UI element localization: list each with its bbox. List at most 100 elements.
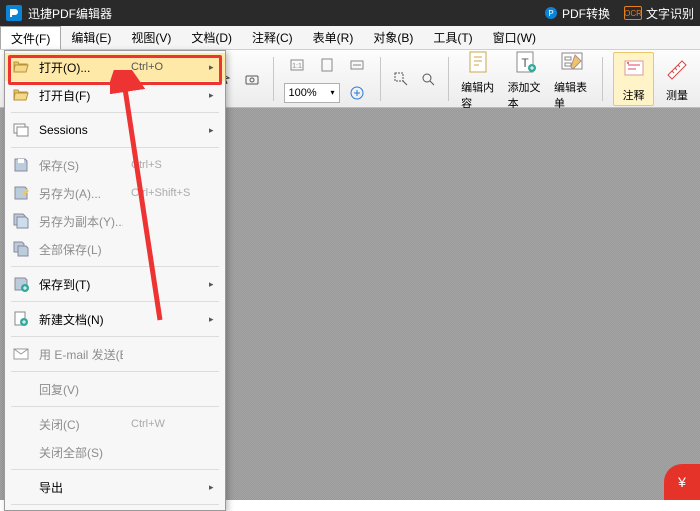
file-menu-save_to[interactable]: 保存到(T) ▸: [5, 270, 225, 298]
file-menu-dropdown: 打开(O)... Ctrl+O ▸ 打开自(F) ▸ Sessions ▸ 保存(S)Ctrl…: [4, 50, 226, 511]
edit-form-icon: [559, 49, 585, 75]
measure-tool[interactable]: 测量: [660, 53, 694, 105]
file-menu-close_all: 关闭全部(S): [5, 438, 225, 466]
pdf-convert-button[interactable]: P PDF转换: [544, 5, 610, 22]
chevron-down-icon: ▾: [331, 88, 335, 97]
loupe-button[interactable]: [417, 66, 438, 92]
menu-item-label: 另存为(A)...: [39, 185, 123, 202]
menu-item-shortcut: Ctrl+Shift+S: [131, 187, 201, 199]
save-copy-icon: [11, 211, 31, 231]
menu-item-label: 另存为副本(Y)...: [39, 213, 123, 230]
blank-icon: [11, 477, 31, 497]
ocr-button[interactable]: OCR 文字识别: [624, 5, 694, 22]
menu-item-label: 用 E-mail 发送(E)...: [39, 346, 123, 363]
menu-document[interactable]: 文档(D): [181, 26, 242, 49]
add-text-icon: T: [513, 49, 539, 75]
add-text-tool[interactable]: T添加文本: [506, 45, 546, 113]
file-menu-save_all: 全部保存(L): [5, 235, 225, 263]
loupe-icon: [420, 71, 436, 87]
zoom-in-button[interactable]: [344, 80, 370, 106]
menu-separator: [11, 504, 219, 505]
camera-icon: [244, 71, 260, 87]
menu-item-label: 关闭(C): [39, 416, 123, 433]
menu-item-label: Sessions: [39, 123, 123, 137]
save-as-icon: [11, 183, 31, 203]
menu-separator: [11, 336, 219, 337]
file-menu-sessions[interactable]: Sessions ▸: [5, 116, 225, 144]
submenu-arrow-icon: ▸: [209, 279, 217, 290]
folder-open-icon: [11, 57, 31, 77]
menu-view[interactable]: 视图(V): [121, 26, 181, 49]
file-menu-save: 保存(S)Ctrl+S: [5, 151, 225, 179]
menu-item-shortcut: Ctrl+O: [131, 61, 201, 73]
fit-actual-button[interactable]: 1:1: [284, 52, 310, 78]
app-logo: [6, 5, 22, 21]
menu-bar: 文件(F)编辑(E)视图(V)文档(D)注释(C)表单(R)对象(B)工具(T)…: [0, 26, 700, 50]
file-menu-open_from[interactable]: 打开自(F) ▸: [5, 81, 225, 109]
menu-item-label: 导出: [39, 479, 123, 496]
promo-badge[interactable]: ¥: [664, 464, 700, 500]
app-title: 迅捷PDF编辑器: [28, 5, 112, 22]
menu-item-label: 打开(O)...: [39, 59, 123, 76]
menu-file[interactable]: 文件(F): [0, 26, 61, 49]
menu-item-label: 回复(V): [39, 381, 123, 398]
new-doc-icon: [11, 309, 31, 329]
file-menu-save_copy: 另存为副本(Y)...: [5, 207, 225, 235]
svg-text:1:1: 1:1: [292, 63, 302, 70]
menu-item-label: 新建文档(N): [39, 311, 123, 328]
fit-page-icon: [319, 57, 335, 73]
menu-item-label: 打开自(F): [39, 87, 123, 104]
menu-separator: [11, 406, 219, 407]
blank-icon: [11, 379, 31, 399]
save-to-icon: [11, 274, 31, 294]
file-menu-new_doc[interactable]: 新建文档(N) ▸: [5, 305, 225, 333]
ruler-icon: [664, 57, 690, 83]
blank-icon: [11, 414, 31, 434]
edit-content-icon: [466, 49, 492, 75]
pdf-logo-icon: [9, 8, 19, 18]
ocr-icon: OCR: [624, 6, 642, 20]
pdf-convert-icon: P: [544, 6, 558, 20]
edit-content-tool[interactable]: 编辑内容: [459, 45, 499, 113]
title-bar: 迅捷PDF编辑器 P PDF转换 OCR 文字识别: [0, 0, 700, 26]
menu-item-label: 保存到(T): [39, 276, 123, 293]
fit-page-button[interactable]: [314, 52, 340, 78]
fit-width-button[interactable]: [344, 52, 370, 78]
fit-width-icon: [349, 57, 365, 73]
menu-item-label: 全部保存(L): [39, 241, 123, 258]
annotate-tool[interactable]: 注释: [613, 52, 654, 106]
email-icon: [11, 344, 31, 364]
save-icon: [11, 155, 31, 175]
submenu-arrow-icon: ▸: [209, 314, 217, 325]
edit-form-tool[interactable]: 编辑表单: [552, 45, 592, 113]
menu-object[interactable]: 对象(B): [363, 26, 423, 49]
fit-actual-icon: 1:1: [289, 57, 305, 73]
submenu-arrow-icon: ▸: [209, 62, 217, 73]
menu-separator: [11, 112, 219, 113]
file-menu-email: 用 E-mail 发送(E)...: [5, 340, 225, 368]
file-menu-save_as: 另存为(A)... Ctrl+Shift+S: [5, 179, 225, 207]
submenu-arrow-icon: ▸: [209, 125, 217, 136]
menu-form[interactable]: 表单(R): [303, 26, 364, 49]
snapshot-tool-button[interactable]: [242, 66, 263, 92]
menu-separator: [11, 469, 219, 470]
submenu-arrow-icon: ▸: [209, 482, 217, 493]
menu-edit[interactable]: 编辑(E): [61, 26, 121, 49]
file-menu-close: 关闭(C) Ctrl+W: [5, 410, 225, 438]
sessions-icon: [11, 120, 31, 140]
submenu-arrow-icon: ▸: [209, 90, 217, 101]
marquee-zoom-icon: [393, 71, 409, 87]
menu-item-shortcut: Ctrl+S: [131, 159, 201, 171]
zoom-out-button[interactable]: [390, 66, 411, 92]
menu-item-label: 关闭全部(S): [39, 444, 123, 461]
menu-separator: [11, 371, 219, 372]
file-menu-export[interactable]: 导出 ▸: [5, 473, 225, 501]
svg-text:P: P: [548, 9, 553, 18]
save-all-icon: [11, 239, 31, 259]
zoom-input[interactable]: 100%▾: [284, 83, 340, 103]
plus-circle-icon: [349, 85, 365, 101]
file-menu-open[interactable]: 打开(O)... Ctrl+O ▸: [5, 53, 225, 81]
menu-comment[interactable]: 注释(C): [242, 26, 303, 49]
annot-icon: [621, 57, 647, 83]
menu-item-shortcut: Ctrl+W: [131, 418, 201, 430]
